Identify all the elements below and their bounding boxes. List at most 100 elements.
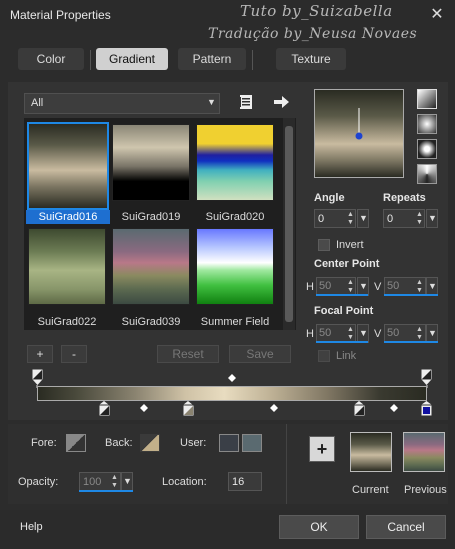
rectangular-style-icon[interactable] [417, 114, 437, 134]
focal-h-label: H [306, 328, 314, 340]
gradient-thumb-suigrad019[interactable] [112, 124, 190, 201]
chevron-down-icon: ▼ [359, 328, 368, 338]
opacity-stop-marker[interactable] [420, 368, 433, 385]
focal-v-slider[interactable] [384, 341, 438, 343]
remove-gradient-button[interactable]: - [61, 345, 87, 363]
chevron-down-icon: ▼ [428, 328, 437, 338]
spin-arrows-icon[interactable]: ▲ ▼ [416, 211, 423, 227]
chevron-down-icon: ▼ [359, 213, 368, 223]
spin-arrows-icon[interactable]: ▲ ▼ [347, 326, 354, 342]
chevron-down-icon: ▼ [359, 281, 368, 291]
gradient-thumb-suigrad022[interactable] [28, 228, 106, 305]
current-gradient-swatch[interactable] [350, 432, 392, 472]
list-view-icon[interactable] [238, 94, 254, 110]
arrow-right-icon[interactable] [272, 94, 290, 110]
chevron-down-icon: ▼ [428, 213, 437, 223]
gradient-label: Summer Field [200, 316, 270, 328]
cancel-button[interactable]: Cancel [366, 515, 446, 539]
invert-checkbox[interactable] [318, 239, 330, 251]
gradient-preview[interactable] [314, 89, 404, 178]
gradient-label: SuiGrad016 [26, 210, 110, 224]
focal-h-value: 50 [319, 327, 332, 339]
tab-gradient[interactable]: Gradient [96, 48, 168, 70]
center-point-label: Center Point [314, 258, 380, 270]
location-value: 16 [232, 476, 245, 488]
reset-button[interactable]: Reset [157, 345, 219, 363]
spin-arrows-icon[interactable]: ▲ ▼ [347, 279, 354, 295]
gradient-label: SuiGrad020 [205, 211, 265, 223]
opacity-stop-marker[interactable] [31, 368, 44, 385]
spin-arrows-icon[interactable]: ▲ ▼ [416, 326, 423, 342]
angle-value: 0 [318, 213, 325, 225]
spin-arrows-icon[interactable]: ▲ ▼ [111, 474, 118, 490]
close-button[interactable]: ✕ [426, 4, 448, 26]
tab-divider [252, 50, 253, 70]
section-divider [286, 424, 287, 504]
center-v-label: V [374, 281, 382, 293]
center-v-value: 50 [387, 280, 400, 292]
user-color-swatch-2[interactable] [242, 434, 262, 452]
link-checkbox[interactable] [318, 350, 330, 362]
user-color-swatch[interactable] [219, 434, 239, 452]
sunburst-style-icon[interactable] [417, 164, 437, 184]
opacity-midpoint-marker[interactable] [228, 374, 236, 382]
center-h-slider[interactable] [316, 294, 368, 296]
invert-label: Invert [336, 239, 364, 251]
tab-divider [90, 50, 91, 70]
previous-gradient-swatch[interactable] [403, 432, 445, 472]
ok-button[interactable]: OK [279, 515, 359, 539]
color-stops[interactable] [28, 400, 438, 420]
radial-style-icon[interactable] [417, 139, 437, 159]
current-label: Current [352, 484, 389, 496]
center-h-value: 50 [319, 280, 332, 292]
focal-point-label: Focal Point [314, 305, 374, 317]
tab-color[interactable]: Color [18, 48, 84, 70]
opacity-slider[interactable] [79, 490, 133, 492]
fore-color-swatch[interactable] [66, 434, 86, 452]
color-stop-marker[interactable] [182, 401, 195, 417]
color-midpoint-marker[interactable] [390, 404, 398, 412]
gradient-thumb-suigrad039[interactable] [112, 228, 190, 305]
repeats-label: Repeats [383, 192, 426, 204]
gradient-label: SuiGrad019 [121, 211, 181, 223]
watermark-translator: Tradução by_Neusa Novaes [208, 26, 418, 42]
color-midpoint-marker[interactable] [270, 404, 278, 412]
gallery-scrollbar-thumb[interactable] [285, 126, 293, 322]
save-gradient-button[interactable]: Save [229, 345, 291, 363]
gradient-thumb-suigrad016[interactable] [27, 122, 109, 210]
color-stop-marker-selected[interactable] [420, 401, 433, 417]
linear-style-icon[interactable] [417, 89, 437, 109]
back-color-swatch[interactable] [140, 434, 160, 452]
tab-pattern[interactable]: Pattern [178, 48, 246, 70]
gradient-thumb-summer-field[interactable] [196, 228, 274, 305]
chevron-down-icon: ▼ [123, 476, 132, 486]
color-stop-marker[interactable] [98, 401, 111, 417]
opacity-label: Opacity: [18, 476, 59, 488]
spin-arrows-icon[interactable]: ▲ ▼ [416, 279, 423, 295]
add-gradient-button[interactable]: + [27, 345, 53, 363]
angle-label: Angle [314, 192, 345, 204]
gradient-label: SuiGrad039 [121, 316, 181, 328]
gradient-bar[interactable] [37, 386, 427, 401]
center-v-slider[interactable] [384, 294, 438, 296]
spin-arrows-icon[interactable]: ▲ ▼ [347, 211, 354, 227]
color-stop-marker[interactable] [353, 401, 366, 417]
user-label: User: [180, 437, 207, 449]
previous-label: Previous [404, 484, 447, 496]
gradient-thumb-suigrad020[interactable] [196, 124, 274, 201]
back-label: Back: [105, 437, 133, 449]
add-to-compare-button[interactable]: + [309, 436, 335, 462]
help-button[interactable]: Help [20, 521, 43, 533]
category-select-value: All [31, 97, 44, 109]
color-midpoint-marker[interactable] [140, 404, 148, 412]
location-label: Location: [162, 476, 207, 488]
center-h-label: H [306, 281, 314, 293]
tab-texture[interactable]: Texture [276, 48, 346, 70]
angle-handle-icon [355, 108, 363, 140]
gradient-label: SuiGrad022 [37, 316, 97, 328]
opacity-value: 100 [83, 476, 102, 488]
watermark-author: Tuto by_Suizabella [240, 2, 393, 20]
repeats-value: 0 [387, 213, 394, 225]
category-select[interactable] [24, 93, 220, 114]
focal-h-slider[interactable] [316, 341, 368, 343]
